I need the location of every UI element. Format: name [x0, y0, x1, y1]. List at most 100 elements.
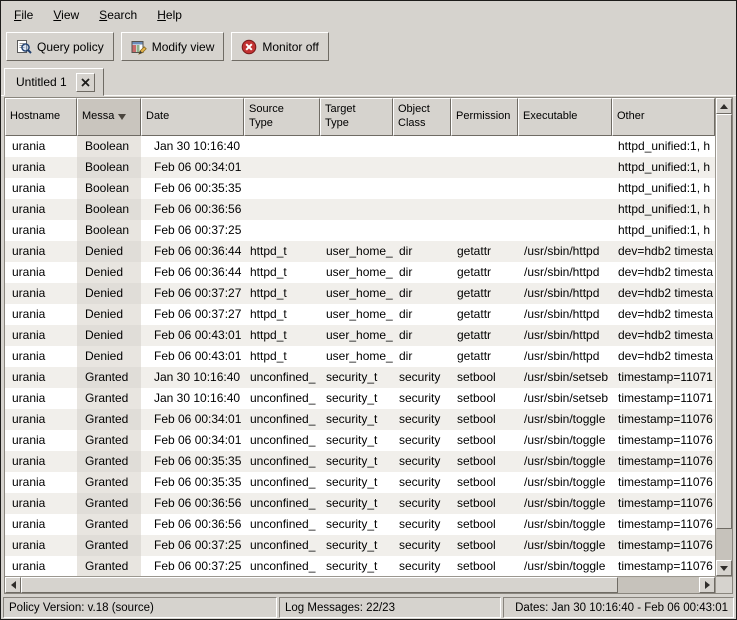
scroll-right-button[interactable]	[699, 577, 715, 593]
cell-object-class: security	[393, 367, 451, 388]
cell-date: Feb 06 00:37:25	[141, 535, 244, 556]
tab-close-button[interactable]	[76, 73, 95, 92]
cell-object-class: security	[393, 472, 451, 493]
column-header-other[interactable]: Other	[612, 98, 715, 136]
cell-source-type	[244, 178, 320, 199]
table-row[interactable]: urania Denied Feb 06 00:36:44 httpd_t us…	[5, 262, 715, 283]
column-header-hostname[interactable]: Hostname	[5, 98, 77, 136]
scroll-up-button[interactable]	[716, 98, 732, 114]
cell-message: Granted	[77, 430, 141, 451]
cell-object-class: security	[393, 409, 451, 430]
cell-hostname: urania	[5, 178, 77, 199]
cell-date: Feb 06 00:35:35	[141, 178, 244, 199]
menu-file[interactable]: File	[5, 4, 42, 26]
column-header-object-class[interactable]: Object Class	[393, 98, 451, 136]
cell-target-type: user_home_	[320, 325, 393, 346]
cell-executable: /usr/sbin/httpd	[518, 283, 612, 304]
cell-message: Granted	[77, 556, 141, 576]
cell-other: dev=hdb2 timesta	[612, 283, 715, 304]
table-row[interactable]: urania Granted Feb 06 00:35:35 unconfine…	[5, 451, 715, 472]
table-row[interactable]: urania Denied Feb 06 00:43:01 httpd_t us…	[5, 346, 715, 367]
table-row[interactable]: urania Granted Feb 06 00:34:01 unconfine…	[5, 430, 715, 451]
monitor-off-icon	[241, 39, 257, 55]
cell-object-class	[393, 178, 451, 199]
column-header-date[interactable]: Date	[141, 98, 244, 136]
cell-date: Feb 06 00:36:56	[141, 199, 244, 220]
cell-hostname: urania	[5, 304, 77, 325]
cell-permission: getattr	[451, 304, 518, 325]
table-row[interactable]: urania Denied Feb 06 00:37:27 httpd_t us…	[5, 304, 715, 325]
cell-date: Feb 06 00:34:01	[141, 409, 244, 430]
vertical-scroll-thumb[interactable]	[716, 114, 732, 529]
cell-executable: /usr/sbin/httpd	[518, 304, 612, 325]
cell-executable: /usr/sbin/toggle	[518, 430, 612, 451]
cell-other: timestamp=11076	[612, 514, 715, 535]
cell-permission: setbool	[451, 388, 518, 409]
cell-permission: setbool	[451, 367, 518, 388]
table-row[interactable]: urania Granted Jan 30 10:16:40 unconfine…	[5, 388, 715, 409]
table-row[interactable]: urania Granted Jan 30 10:16:40 unconfine…	[5, 367, 715, 388]
column-header-target-type[interactable]: Target Type	[320, 98, 393, 136]
cell-executable	[518, 199, 612, 220]
cell-hostname: urania	[5, 451, 77, 472]
menu-search[interactable]: Search	[90, 4, 146, 26]
cell-object-class	[393, 157, 451, 178]
cell-other: httpd_unified:1, h	[612, 220, 715, 241]
cell-target-type: user_home_	[320, 241, 393, 262]
scroll-down-button[interactable]	[716, 560, 732, 576]
menu-help[interactable]: Help	[148, 4, 191, 26]
horizontal-scroll-thumb[interactable]	[21, 577, 618, 593]
table-row[interactable]: urania Granted Feb 06 00:37:25 unconfine…	[5, 535, 715, 556]
table-row[interactable]: urania Boolean Feb 06 00:36:56 httpd_uni…	[5, 199, 715, 220]
cell-other: httpd_unified:1, h	[612, 178, 715, 199]
table-row[interactable]: urania Boolean Jan 30 10:16:40 httpd_uni…	[5, 136, 715, 157]
table-row[interactable]: urania Boolean Feb 06 00:34:01 httpd_uni…	[5, 157, 715, 178]
cell-date: Jan 30 10:16:40	[141, 136, 244, 157]
table-row[interactable]: urania Granted Feb 06 00:36:56 unconfine…	[5, 514, 715, 535]
cell-other: timestamp=11076	[612, 535, 715, 556]
table-row[interactable]: urania Boolean Feb 06 00:35:35 httpd_uni…	[5, 178, 715, 199]
cell-other: timestamp=11076	[612, 472, 715, 493]
cell-permission	[451, 178, 518, 199]
cell-date: Feb 06 00:37:25	[141, 556, 244, 576]
vertical-scroll-track[interactable]	[716, 114, 732, 560]
arrow-right-icon	[705, 581, 710, 589]
cell-other: timestamp=11076	[612, 493, 715, 514]
log-table: Hostname Messa Date Source Type Target T…	[4, 97, 733, 594]
menu-view[interactable]: View	[44, 4, 88, 26]
table-row[interactable]: urania Granted Feb 06 00:36:56 unconfine…	[5, 493, 715, 514]
query-policy-button[interactable]: Query policy	[6, 32, 114, 61]
tab-untitled-1[interactable]: Untitled 1	[4, 68, 104, 96]
cell-permission: setbool	[451, 430, 518, 451]
cell-target-type: user_home_	[320, 304, 393, 325]
column-header-permission[interactable]: Permission	[451, 98, 518, 136]
column-header-source-type[interactable]: Source Type	[244, 98, 320, 136]
cell-hostname: urania	[5, 136, 77, 157]
cell-executable	[518, 220, 612, 241]
cell-permission: getattr	[451, 262, 518, 283]
cell-executable: /usr/sbin/toggle	[518, 409, 612, 430]
cell-hostname: urania	[5, 535, 77, 556]
scroll-left-button[interactable]	[5, 577, 21, 593]
modify-view-button[interactable]: Modify view	[121, 32, 225, 61]
table-row[interactable]: urania Granted Feb 06 00:34:01 unconfine…	[5, 409, 715, 430]
column-header-executable[interactable]: Executable	[518, 98, 612, 136]
cell-hostname: urania	[5, 241, 77, 262]
cell-hostname: urania	[5, 220, 77, 241]
cell-message: Granted	[77, 514, 141, 535]
column-label: Object Class	[398, 103, 430, 131]
table-row[interactable]: urania Boolean Feb 06 00:37:25 httpd_uni…	[5, 220, 715, 241]
table-row[interactable]: urania Granted Feb 06 00:37:25 unconfine…	[5, 556, 715, 576]
horizontal-scrollbar[interactable]	[5, 576, 715, 593]
cell-source-type: unconfined_	[244, 388, 320, 409]
scrollbar-corner	[715, 576, 732, 593]
horizontal-scroll-track[interactable]	[21, 577, 699, 593]
table-row[interactable]: urania Denied Feb 06 00:37:27 httpd_t us…	[5, 283, 715, 304]
table-row[interactable]: urania Granted Feb 06 00:35:35 unconfine…	[5, 472, 715, 493]
table-row[interactable]: urania Denied Feb 06 00:43:01 httpd_t us…	[5, 325, 715, 346]
monitor-off-button[interactable]: Monitor off	[231, 32, 328, 61]
table-row[interactable]: urania Denied Feb 06 00:36:44 httpd_t us…	[5, 241, 715, 262]
cell-source-type: unconfined_	[244, 535, 320, 556]
vertical-scrollbar[interactable]	[715, 98, 732, 576]
column-header-message[interactable]: Messa	[77, 98, 141, 136]
